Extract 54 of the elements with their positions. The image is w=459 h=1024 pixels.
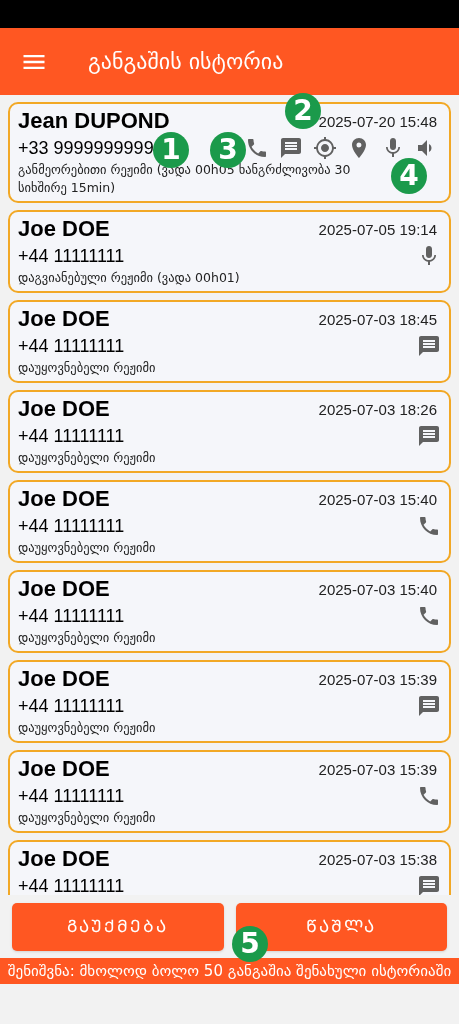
alert-mode: დაუყოვნებელი რეჟიმი [18,629,157,647]
alert-time: 2025-07-05 19:14 [318,220,437,240]
screen-title: განგაშის ისტორია [88,48,284,76]
contact-name: Joe DOE [18,575,110,603]
phone-number: +44 11111111 [18,784,125,808]
alert-time: 2025-07-03 18:45 [318,310,437,330]
alert-time: 2025-07-03 15:39 [318,760,437,780]
phone-number: +44 11111111 [18,694,125,718]
alert-card[interactable]: Joe DOE 2025-07-03 18:45 +44 11111111 დაუყოვნებელი რეჟიმი [8,300,451,383]
phone-number: +44 11111111 [18,604,125,628]
phone-number: +44 11111111 [18,244,125,268]
contact-name: Joe DOE [18,845,110,873]
contact-name: Joe DOE [18,485,110,513]
alert-time: 2025-07-03 15:38 [318,850,437,870]
phone-icon [417,604,441,628]
phone-number: +44 11111111 [18,874,125,895]
alert-time: 2025-07-20 15:48 [318,112,437,132]
alert-card[interactable]: Joe DOE 2025-07-05 19:14 +44 11111111 დაგვიანებული რეჟიმი (ვადა 00h01) [8,210,451,293]
contact-name: Joe DOE [18,215,110,243]
contact-name: Joe DOE [18,305,110,333]
phone-number: +33 9999999999 [18,136,154,160]
alert-mode: დაგვიანებული რეჟიმი (ვადა 00h01) [18,269,241,287]
alert-mode: დაუყოვნებელი რეჟიმი [18,359,157,377]
message-icon [417,874,441,895]
alert-mode: დაუყოვნებელი რეჟიმი [18,809,157,827]
phone-number: +44 11111111 [18,514,125,538]
alert-time: 2025-07-03 15:39 [318,670,437,690]
contact-name: Joe DOE [18,755,110,783]
alert-card[interactable]: Joe DOE 2025-07-03 15:40 +44 11111111 დაუყოვნებელი რეჟიმი [8,480,451,563]
message-icon [417,334,441,358]
message-icon [279,136,303,160]
alert-time: 2025-07-03 18:26 [318,400,437,420]
crosshair-icon [313,136,337,160]
phone-icon [245,136,269,160]
alert-time: 2025-07-03 15:40 [318,490,437,510]
alert-card[interactable]: Joe DOE 2025-07-03 15:39 +44 11111111 დაუყოვნებელი რეჟიმი [8,750,451,833]
phone-number: +44 11111111 [18,424,125,448]
phone-icon [417,784,441,808]
contact-name: Jean DUPOND [18,107,170,135]
alert-mode: დაუყოვნებელი რეჟიმი [18,719,157,737]
alert-mode: დაუყოვნებელი რეჟიმი [18,539,157,557]
alert-card[interactable]: Joe DOE 2025-07-03 15:38 +44 11111111 [8,840,451,895]
message-icon [417,424,441,448]
alert-time: 2025-07-03 15:40 [318,580,437,600]
alert-mode: დაუყოვნებელი რეჟიმი [18,449,157,467]
contact-name: Joe DOE [18,665,110,693]
alert-card[interactable]: Joe DOE 2025-07-03 15:39 +44 11111111 დაუყოვნებელი რეჟიმი [8,660,451,743]
message-icon [417,694,441,718]
history-note: შენიშვნა: მხოლოდ ბოლო 50 განგაშია შენახული ისტორიაში [0,958,459,984]
alert-card[interactable]: Joe DOE 2025-07-03 15:40 +44 11111111 დაუყოვნებელი რეჟიმი [8,570,451,653]
contact-name: Joe DOE [18,395,110,423]
phone-icon [417,514,441,538]
phone-number: +44 11111111 [18,334,125,358]
alert-card[interactable]: Joe DOE 2025-07-03 18:26 +44 11111111 დაუყოვნებელი რეჟიმი [8,390,451,473]
